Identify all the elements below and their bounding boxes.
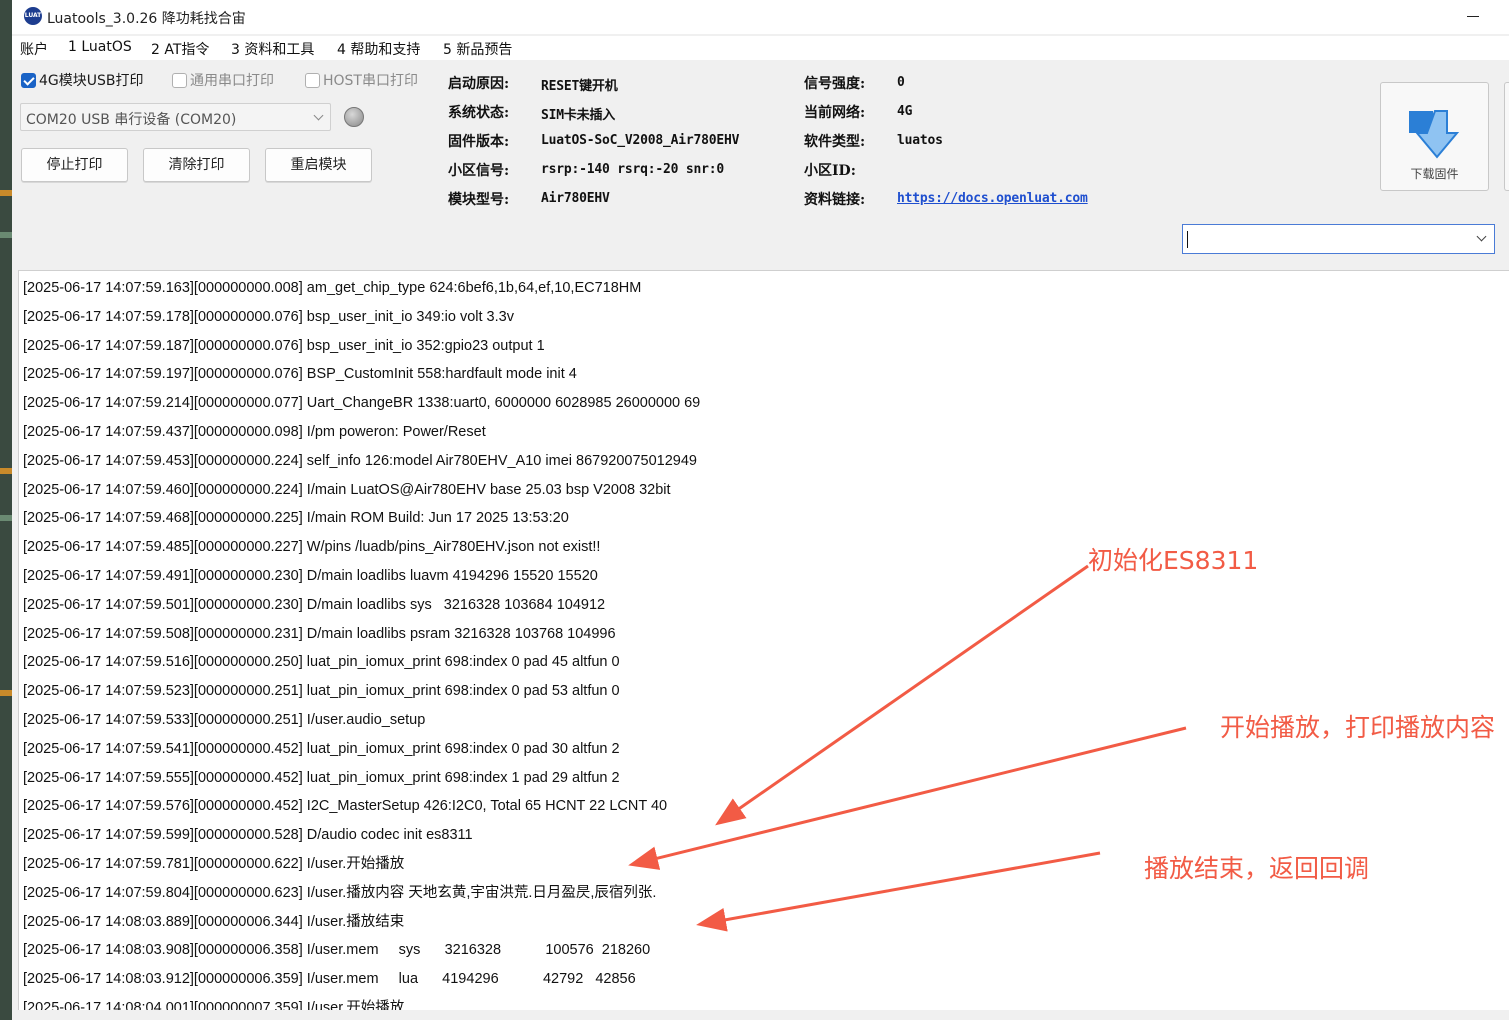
menu-help-support[interactable]: 4 帮助和支持 <box>337 39 420 59</box>
log-line: [2025-06-17 14:08:03.908][000000006.358]… <box>23 942 651 959</box>
desktop-edge-mark <box>0 515 12 521</box>
annotation-play-start: 开始播放，打印播放内容 <box>1220 713 1496 742</box>
minimize-icon <box>1467 16 1479 17</box>
checkbox-unchecked-icon <box>305 72 320 88</box>
log-line: [2025-06-17 14:08:04.001][000000007.359]… <box>23 999 405 1010</box>
log-line: [2025-06-17 14:07:59.214][000000000.077]… <box>23 395 701 412</box>
host-print-label: HOST串口打印 <box>323 73 418 89</box>
title-bar[interactable]: LUAT Luatools_3.0.26 降功耗找合宙 <box>12 0 1509 34</box>
desktop-edge-mark <box>0 232 12 238</box>
desktop-edge-mark <box>0 468 12 474</box>
serial-port-value: COM20 USB 串行设备 (COM20) <box>26 112 237 128</box>
log-line: [2025-06-17 14:07:59.599][000000000.528]… <box>23 827 473 844</box>
log-line: [2025-06-17 14:07:59.555][000000000.452]… <box>23 769 620 786</box>
doc-link-label: 资料链接: <box>804 192 866 208</box>
log-line: [2025-06-17 14:07:59.533][000000000.251]… <box>23 711 426 728</box>
log-line: [2025-06-17 14:07:59.516][000000000.250]… <box>23 654 620 671</box>
window-title: Luatools_3.0.26 降功耗找合宙 <box>47 11 246 27</box>
log-line: [2025-06-17 14:07:59.460][000000000.224]… <box>23 481 671 498</box>
firmware-label: 固件版本: <box>448 134 510 150</box>
serial-port-select[interactable]: COM20 USB 串行设备 (COM20) <box>20 103 331 131</box>
log-lines: [2025-06-17 14:07:59.163][000000000.008]… <box>23 278 700 1010</box>
menu-at-commands[interactable]: 2 AT指令 <box>151 39 209 59</box>
log-output[interactable]: [2025-06-17 14:07:59.163][000000000.008]… <box>18 270 1509 1010</box>
log-line: [2025-06-17 14:07:59.501][000000000.230]… <box>23 596 606 613</box>
checkbox-checked-icon <box>21 72 36 88</box>
log-line: [2025-06-17 14:08:03.912][000000006.359]… <box>23 971 636 988</box>
software-type-value: luatos <box>897 133 943 148</box>
module-value: Air780EHV <box>541 191 610 206</box>
log-line: [2025-06-17 14:07:59.491][000000000.230]… <box>23 567 598 584</box>
checkbox-unchecked-icon <box>172 72 187 88</box>
text-caret <box>1187 231 1188 248</box>
command-input[interactable] <box>1182 224 1495 254</box>
module-label: 模块型号: <box>448 192 510 208</box>
stop-print-button[interactable]: 停止打印 <box>21 148 128 182</box>
log-line: [2025-06-17 14:07:59.178][000000000.076]… <box>23 308 514 325</box>
menu-account[interactable]: 账户 <box>20 39 48 59</box>
menu-luatos[interactable]: 1 LuatOS <box>68 39 132 55</box>
menu-resources-tools[interactable]: 3 资料和工具 <box>231 39 314 59</box>
usb-print-label: 4G模块USB打印 <box>39 73 144 89</box>
system-state-value: SIM卡未插入 <box>541 108 616 123</box>
log-line: [2025-06-17 14:07:59.163][000000000.008]… <box>23 280 642 296</box>
boot-reason-value: RESET键开机 <box>541 79 618 94</box>
log-line: [2025-06-17 14:07:59.523][000000000.251]… <box>23 683 620 700</box>
app-logo-icon: LUAT <box>24 7 42 25</box>
download-arrow-icon <box>1409 110 1460 159</box>
desktop-edge-mark <box>0 190 12 196</box>
log-line: [2025-06-17 14:07:59.508][000000000.231]… <box>23 625 616 642</box>
log-line: [2025-06-17 14:07:59.187][000000000.076]… <box>23 337 545 354</box>
download-firmware-label: 下载固件 <box>1410 167 1459 181</box>
annotation-play-end: 播放结束，返回回调 <box>1144 854 1370 883</box>
software-type-label: 软件类型: <box>804 134 866 150</box>
cell-id-label: 小区ID: <box>804 163 856 179</box>
log-line: [2025-06-17 14:07:59.468][000000000.225]… <box>23 510 569 527</box>
uart-print-checkbox[interactable]: 通用串口打印 <box>172 70 274 90</box>
network-value: 4G <box>897 104 913 119</box>
control-panel: 4G模块USB打印 通用串口打印 HOST串口打印 COM20 USB 串行设备… <box>12 60 1509 270</box>
log-line: [2025-06-17 14:07:59.453][000000000.224]… <box>23 452 697 469</box>
log-line: [2025-06-17 14:07:59.197][000000000.076]… <box>23 366 577 383</box>
log-line: [2025-06-17 14:07:59.485][000000000.227]… <box>23 539 601 556</box>
boot-reason-label: 启动原因: <box>448 76 510 92</box>
uart-print-label: 通用串口打印 <box>190 73 274 89</box>
desktop-edge <box>0 0 12 1020</box>
log-line: [2025-06-17 14:07:59.541][000000000.452]… <box>23 740 620 757</box>
menu-bar: 账户 1 LuatOS 2 AT指令 3 资料和工具 4 帮助和支持 5 新品预… <box>12 36 1509 60</box>
cell-signal-value: rsrp:-140 rsrq:-20 snr:0 <box>541 162 725 177</box>
chevron-down-icon <box>1476 231 1487 242</box>
log-line: [2025-06-17 14:07:59.781][000000000.622]… <box>23 855 405 872</box>
log-line: [2025-06-17 14:07:59.804][000000000.623]… <box>23 884 657 901</box>
system-state-label: 系统状态: <box>448 105 510 121</box>
signal-strength-value: 0 <box>897 75 905 90</box>
network-label: 当前网络: <box>804 105 866 121</box>
host-print-checkbox[interactable]: HOST串口打印 <box>305 70 418 90</box>
annotation-init-es8311: 初始化ES8311 <box>1088 546 1259 575</box>
clear-print-button[interactable]: 清除打印 <box>143 148 250 182</box>
log-line: [2025-06-17 14:08:03.889][000000006.344]… <box>23 913 405 930</box>
signal-strength-label: 信号强度: <box>804 76 866 92</box>
log-line: [2025-06-17 14:07:59.437][000000000.098]… <box>23 423 486 440</box>
minimize-button[interactable] <box>1459 10 1489 26</box>
firmware-value: LuatOS-SoC_V2008_Air780EHV <box>541 133 740 148</box>
side-button-edge[interactable] <box>1504 82 1509 191</box>
chevron-down-icon <box>313 110 324 121</box>
log-line: [2025-06-17 14:07:59.576][000000000.452]… <box>23 798 668 815</box>
port-refresh-icon[interactable] <box>344 107 364 127</box>
doc-link[interactable]: https://docs.openluat.com <box>897 191 1088 206</box>
desktop-edge-mark <box>0 690 12 696</box>
menu-new-products[interactable]: 5 新品预告 <box>443 39 512 59</box>
usb-print-checkbox[interactable]: 4G模块USB打印 <box>21 70 144 90</box>
restart-module-button[interactable]: 重启模块 <box>265 148 372 182</box>
download-firmware-button[interactable]: 下载固件 <box>1380 82 1489 191</box>
cell-signal-label: 小区信号: <box>448 163 510 179</box>
